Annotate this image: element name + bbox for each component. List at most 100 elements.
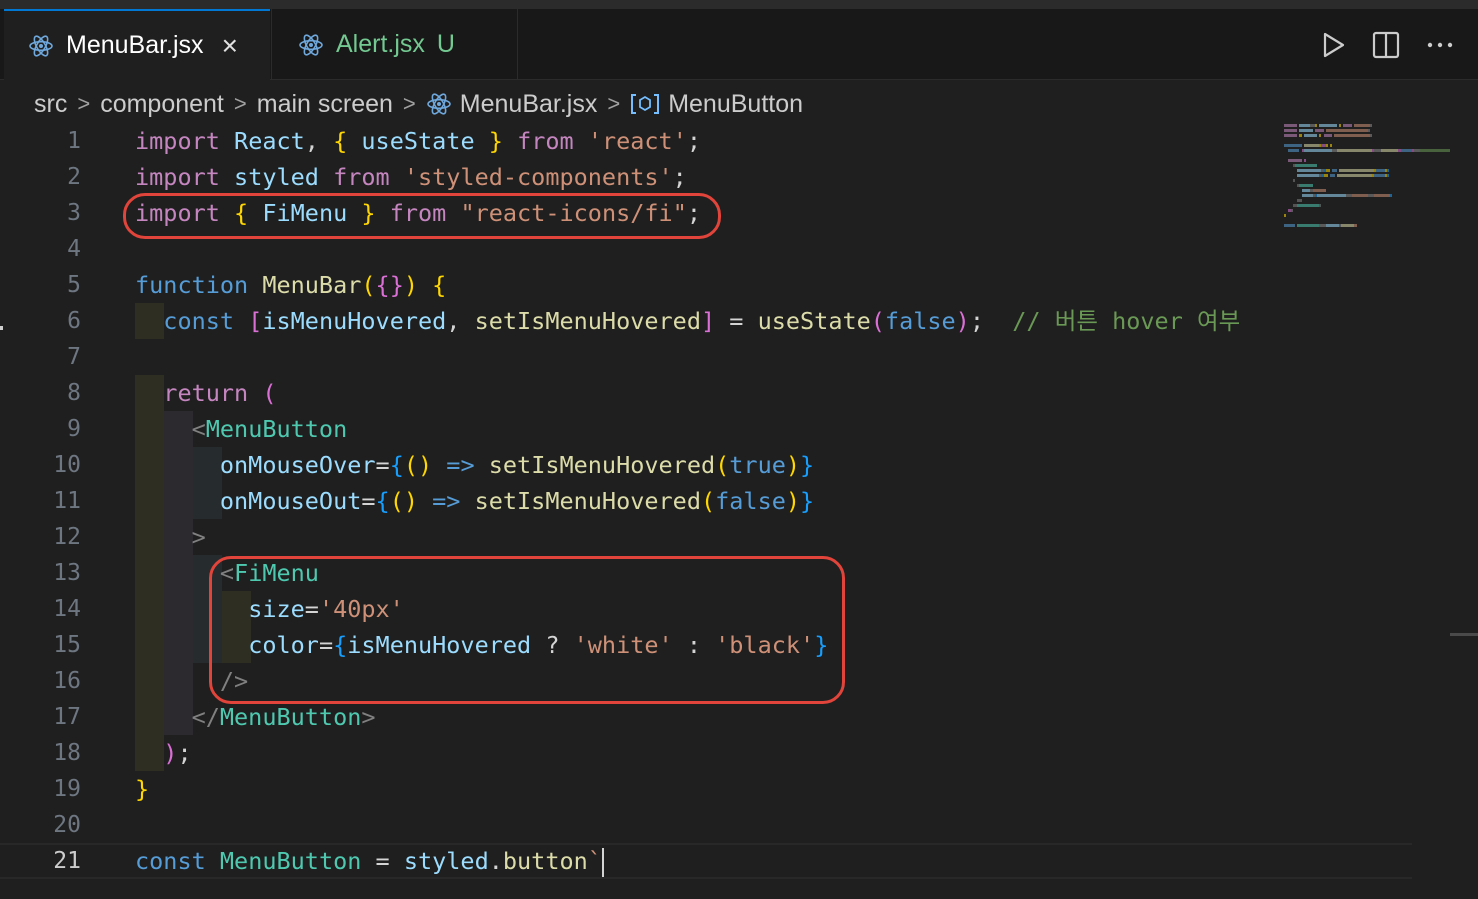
breadcrumb-item-symbol[interactable]: MenuButton xyxy=(668,90,803,119)
code-token: ) xyxy=(403,271,418,299)
code-token: import xyxy=(135,163,220,191)
code-token: from xyxy=(517,127,574,155)
minimap-token xyxy=(1341,224,1355,227)
minimap-token xyxy=(1343,124,1353,127)
code-token: 'react' xyxy=(587,127,687,155)
minimap-token xyxy=(1299,184,1313,187)
code-token: . xyxy=(488,847,503,875)
code-token: function xyxy=(135,271,249,299)
minimap-token xyxy=(1367,129,1370,132)
tab-menubar-jsx[interactable]: MenuBar.jsx × xyxy=(4,9,270,80)
minimap-token xyxy=(1284,169,1297,172)
minimap-token xyxy=(1319,124,1337,127)
code-line[interactable] xyxy=(135,807,1275,843)
minimap-token xyxy=(1301,194,1313,197)
code-token: ( xyxy=(700,487,716,515)
react-icon xyxy=(426,93,451,115)
code-line[interactable]: return ( xyxy=(135,375,1275,411)
minimap-token xyxy=(1369,124,1372,127)
minimap-line xyxy=(1276,169,1472,173)
line-number: 7 xyxy=(67,344,81,370)
code-token: } xyxy=(135,775,150,803)
more-actions-icon[interactable] xyxy=(1426,31,1454,59)
minimap-line xyxy=(1276,139,1472,143)
react-icon xyxy=(299,33,323,56)
code-token: < xyxy=(191,415,206,443)
minimap-token xyxy=(1284,179,1293,182)
minimap-token xyxy=(1284,194,1302,197)
code-token: false xyxy=(715,487,786,515)
code-token: onMouseOut xyxy=(219,487,362,515)
minimap-line xyxy=(1276,149,1472,153)
scrollbar-thumb[interactable] xyxy=(1450,633,1478,636)
code-line[interactable]: const MenuButton = styled.button` xyxy=(0,843,1412,879)
split-editor-icon[interactable] xyxy=(1372,31,1400,59)
code-line[interactable]: onMouseOut={() => setIsMenuHovered(false… xyxy=(135,483,1275,519)
minimap-line xyxy=(1276,129,1472,133)
code-line[interactable]: function MenuBar({}) { xyxy=(135,267,1275,303)
code-token: // 버튼 hover 여부 xyxy=(1012,307,1241,335)
minimap-token xyxy=(1299,129,1313,132)
close-icon[interactable]: × xyxy=(222,31,238,60)
breadcrumb-item-file[interactable]: MenuBar.jsx xyxy=(460,90,598,119)
code-token: ; xyxy=(686,127,702,155)
code-line[interactable]: </MenuButton> xyxy=(135,699,1275,735)
code-line[interactable] xyxy=(135,339,1275,375)
minimap-token xyxy=(1284,124,1298,127)
code-line[interactable]: ); xyxy=(135,735,1275,771)
variable-symbol-icon xyxy=(631,94,660,114)
minimap-token xyxy=(1374,174,1386,177)
code-token: [ xyxy=(248,307,263,335)
breadcrumb: src > component > main screen > MenuBar.… xyxy=(34,87,803,121)
code-token: { xyxy=(375,487,390,515)
code-line[interactable]: import styled from 'styled-components'; xyxy=(135,159,1275,195)
code-token: ) xyxy=(955,307,970,335)
code-token: setIsMenuHovered xyxy=(474,487,701,515)
code-token: ( xyxy=(361,271,376,299)
minimap-token xyxy=(1292,179,1295,182)
code-line[interactable]: import React, { useState } from 'react'; xyxy=(135,123,1275,159)
breadcrumb-item-component[interactable]: component xyxy=(100,90,224,119)
untracked-badge: U xyxy=(436,30,455,58)
tab-alert-jsx[interactable]: Alert.jsx U xyxy=(271,9,518,80)
code-line[interactable]: onMouseOver={() => setIsMenuHovered(true… xyxy=(135,447,1275,483)
minimap[interactable] xyxy=(1276,115,1472,899)
minimap-line xyxy=(1276,124,1472,128)
code-token: 'styled-components' xyxy=(403,163,673,191)
code-token: MenuButton xyxy=(205,415,348,443)
code-token: = xyxy=(375,451,390,479)
minimap-token xyxy=(1354,124,1370,127)
minimap-token xyxy=(1284,129,1298,132)
code-token: {} xyxy=(375,271,404,299)
code-token: useState xyxy=(757,307,871,335)
code-line[interactable]: const [isMenuHovered, setIsMenuHovered] … xyxy=(135,303,1275,339)
minimap-token xyxy=(1297,169,1322,172)
minimap-token xyxy=(1338,169,1375,172)
minimap-token xyxy=(1297,224,1320,227)
run-icon[interactable] xyxy=(1322,31,1346,59)
minimap-token xyxy=(1284,214,1287,217)
vertical-scrollbar[interactable] xyxy=(1450,115,1478,890)
code-line[interactable]: <MenuButton xyxy=(135,411,1275,447)
breadcrumb-item-src[interactable]: src xyxy=(34,90,67,119)
minimap-line xyxy=(1276,179,1472,183)
minimap-token xyxy=(1284,134,1298,137)
breadcrumb-item-main-screen[interactable]: main screen xyxy=(257,90,393,119)
minimap-line xyxy=(1276,199,1472,203)
editor-tab-bar: MenuBar.jsx × Alert.jsx U xyxy=(0,9,1478,80)
minimap-token xyxy=(1325,129,1368,132)
minimap-line xyxy=(1276,224,1472,228)
code-line[interactable]: > xyxy=(135,519,1275,555)
code-line[interactable]: } xyxy=(135,771,1275,807)
code-token: } xyxy=(800,451,815,479)
minimap-token xyxy=(1387,174,1390,177)
